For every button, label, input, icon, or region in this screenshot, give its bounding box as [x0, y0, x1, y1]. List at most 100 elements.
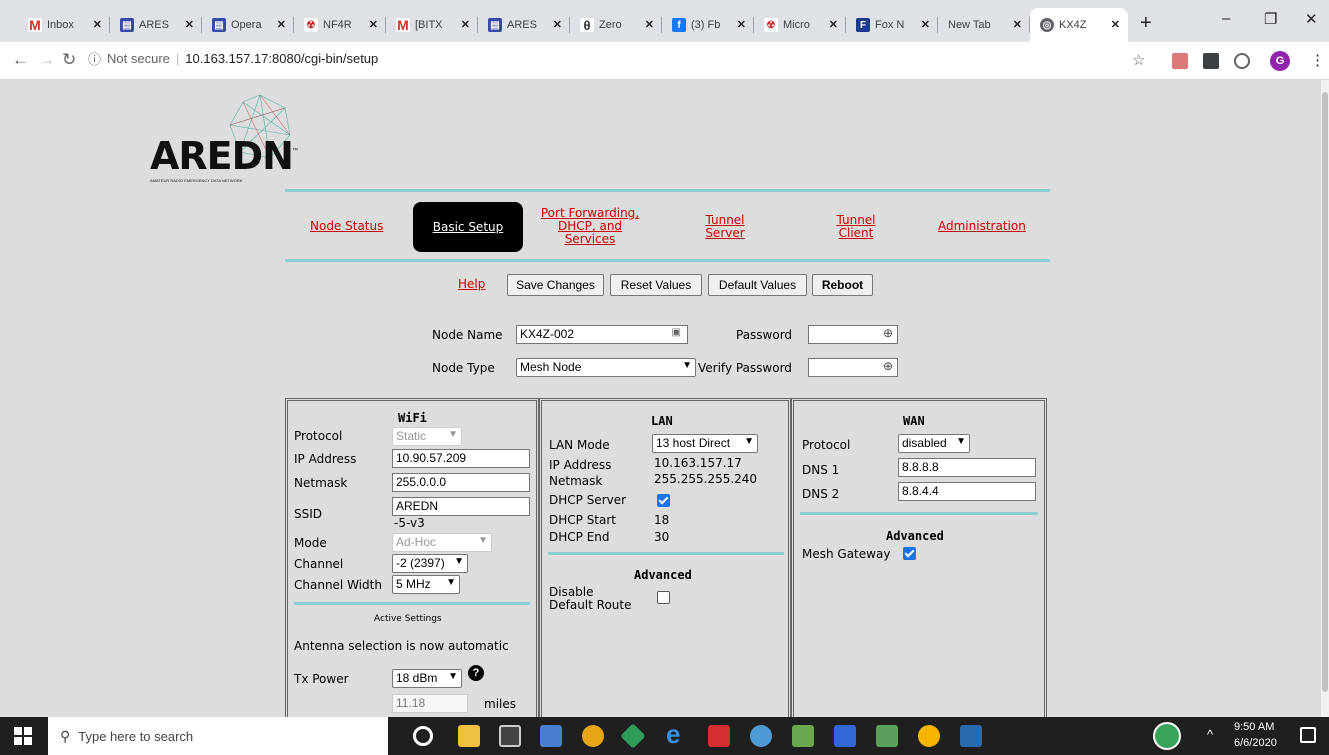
node-name-label: Node Name	[432, 328, 503, 342]
notifications-icon[interactable]	[1300, 727, 1316, 743]
edge-icon[interactable]: e	[666, 719, 688, 749]
close-tab-icon[interactable]: ✕	[1013, 18, 1022, 31]
chrome-icon[interactable]	[582, 725, 604, 747]
acrobat-icon[interactable]	[708, 725, 730, 747]
wifi-mode-label: Mode	[294, 536, 327, 550]
chat-app-icon[interactable]	[876, 725, 898, 747]
bookmark-star-icon[interactable]: ☆	[1132, 51, 1145, 69]
wifi-protocol-select[interactable]: Static ▼	[392, 427, 462, 446]
reload-icon[interactable]: ↻	[62, 50, 76, 70]
mesh-gateway-checkbox[interactable]	[903, 547, 916, 560]
firefox-icon[interactable]	[918, 725, 940, 747]
scrollbar-thumb[interactable]	[1322, 92, 1328, 692]
browser-tab[interactable]: M [BITX ✕	[386, 8, 478, 42]
close-tab-icon[interactable]: ✕	[369, 18, 378, 31]
wifi-netmask-input[interactable]: 255.0.0.0	[392, 473, 530, 492]
close-tab-icon[interactable]: ✕	[645, 18, 654, 31]
key-icon[interactable]: ⊕	[883, 326, 893, 340]
nav-tunnel-client[interactable]: Tunnel Client	[821, 214, 891, 240]
url-text[interactable]: 10.163.157.17:8080/cgi-bin/setup	[185, 51, 378, 66]
close-tab-icon[interactable]: ✕	[461, 18, 470, 31]
disable-default-route-checkbox[interactable]	[657, 591, 670, 604]
close-tab-icon[interactable]: ✕	[1111, 18, 1120, 31]
clock-time[interactable]: 9:50 AM	[1234, 721, 1274, 733]
minimize-button[interactable]: –	[1222, 10, 1230, 27]
verify-password-input[interactable]: ⊕	[808, 358, 898, 377]
info-icon[interactable]: ⓘ	[88, 49, 101, 68]
heart-monitor-icon[interactable]	[1153, 722, 1181, 750]
browser-tab[interactable]: f (3) Fb ✕	[662, 8, 754, 42]
tx-power-select[interactable]: 18 dBm ▼	[392, 669, 462, 688]
close-tab-icon[interactable]: ✕	[277, 18, 286, 31]
extension-circle-icon[interactable]	[1234, 53, 1250, 69]
close-tab-icon[interactable]: ✕	[185, 18, 194, 31]
dhcp-server-checkbox[interactable]	[657, 494, 670, 507]
lan-mode-select[interactable]: 13 host Direct ▼	[652, 434, 758, 453]
password-input[interactable]: ⊕	[808, 325, 898, 344]
globe-app-icon[interactable]	[750, 725, 772, 747]
profile-avatar[interactable]: G	[1270, 51, 1290, 71]
restore-button[interactable]: ❐	[1264, 10, 1277, 28]
close-window-button[interactable]: ✕	[1305, 10, 1318, 28]
browser-tab[interactable]: M Inbox ✕	[18, 8, 110, 42]
wifi-width-select[interactable]: 5 MHz ▼	[392, 575, 460, 594]
terminal-icon[interactable]	[499, 725, 521, 747]
save-changes-button[interactable]: Save Changes	[507, 274, 604, 296]
browser-tab[interactable]: ▤ ARES ✕	[110, 8, 202, 42]
windows-start-icon[interactable]	[14, 727, 32, 745]
menu-kebab-icon[interactable]: ⋮	[1310, 51, 1325, 69]
browser-tab[interactable]: New Tab ✕	[938, 8, 1030, 42]
cortana-icon[interactable]	[413, 726, 433, 746]
nav-tunnel-server[interactable]: Tunnel Server	[690, 214, 760, 240]
acrobat-extension-icon[interactable]	[1172, 53, 1188, 69]
forward-arrow-icon[interactable]: →	[38, 50, 55, 70]
browser-tab[interactable]: θ Zero ✕	[570, 8, 662, 42]
dns1-input[interactable]: 8.8.8.8	[898, 458, 1036, 477]
key-icon[interactable]: ⊕	[883, 359, 893, 373]
browser-tab[interactable]: ☢ Micro ✕	[754, 8, 846, 42]
browser-tab[interactable]: ▤ ARES ✕	[478, 8, 570, 42]
wan-protocol-select[interactable]: disabled ▼	[898, 434, 970, 453]
browser-tab[interactable]: ▤ Opera ✕	[202, 8, 294, 42]
clock-date[interactable]: 6/6/2020	[1234, 737, 1277, 749]
app-diamond-icon[interactable]	[620, 723, 646, 749]
nav-administration[interactable]: Administration	[938, 220, 1026, 233]
wifi-channel-select[interactable]: -2 (2397) ▼	[392, 554, 468, 573]
reset-values-button[interactable]: Reset Values	[610, 274, 702, 296]
browser-tab[interactable]: ☢ NF4R ✕	[294, 8, 386, 42]
reboot-button[interactable]: Reboot	[812, 274, 873, 296]
extension-icon[interactable]	[1203, 53, 1219, 69]
browser-tab-active[interactable]: ◎ KX4Z ✕	[1030, 8, 1128, 42]
new-tab-button[interactable]: +	[1140, 12, 1152, 35]
taskbar-search-box[interactable]: ⚲ Type here to search	[48, 717, 388, 755]
default-values-button[interactable]: Default Values	[708, 274, 807, 296]
file-explorer-icon[interactable]	[458, 725, 480, 747]
network-icon[interactable]	[540, 725, 562, 747]
address-bar[interactable]: ⓘ Not secure | 10.163.157.17:8080/cgi-bi…	[88, 49, 378, 68]
distance-input[interactable]: 11.18	[392, 694, 468, 713]
wifi-ssid-input[interactable]: AREDN	[392, 497, 530, 516]
photos-app-icon[interactable]	[960, 725, 982, 747]
close-tab-icon[interactable]: ✕	[553, 18, 562, 31]
help-link[interactable]: Help	[458, 278, 485, 291]
house-app-icon[interactable]	[792, 725, 814, 747]
nav-basic-setup[interactable]: Basic Setup	[413, 202, 523, 252]
document-app-icon[interactable]	[834, 725, 856, 747]
close-tab-icon[interactable]: ✕	[921, 18, 930, 31]
search-icon: ⚲	[60, 727, 71, 744]
password-manager-icon[interactable]: ▣	[672, 327, 681, 338]
close-tab-icon[interactable]: ✕	[829, 18, 838, 31]
nav-node-status[interactable]: Node Status	[310, 220, 383, 233]
dns2-input[interactable]: 8.8.4.4	[898, 482, 1036, 501]
wifi-ip-input[interactable]: 10.90.57.209	[392, 449, 530, 468]
browser-tab[interactable]: F Fox N ✕	[846, 8, 938, 42]
help-question-icon[interactable]: ?	[468, 665, 484, 681]
back-arrow-icon[interactable]: ←	[12, 50, 29, 70]
wifi-mode-select[interactable]: Ad-Hoc ▼	[392, 533, 492, 552]
node-name-input[interactable]: KX4Z-002 ▣	[516, 325, 688, 344]
nav-port-forwarding[interactable]: Port Forwarding, DHCP, and Services	[540, 207, 640, 246]
close-tab-icon[interactable]: ✕	[737, 18, 746, 31]
tray-chevron-icon[interactable]: ^	[1207, 727, 1213, 742]
close-tab-icon[interactable]: ✕	[93, 18, 102, 31]
node-type-select[interactable]: Mesh Node ▼	[516, 358, 696, 377]
